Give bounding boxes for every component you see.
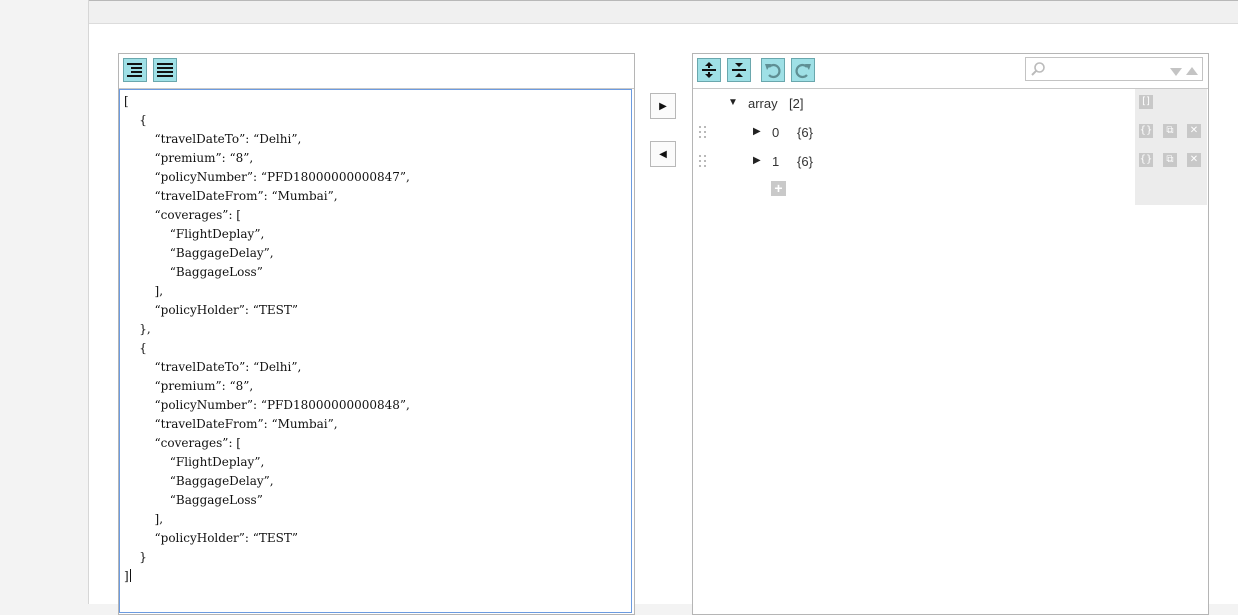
code-line: “coverages”: [ [124, 436, 241, 450]
format-button[interactable] [123, 58, 147, 82]
code-line: “premium”: “8”, [124, 151, 254, 165]
collapse-toggle-icon[interactable]: ▶ [753, 126, 761, 137]
duplicate-icon[interactable]: ⧉ [1163, 153, 1177, 167]
item-index: 0 [772, 125, 780, 140]
undo-icon [765, 63, 781, 79]
code-line: ], [124, 512, 164, 526]
code-editor-panel: [ { “travelDateTo”: “Delhi”, “premium”: … [118, 53, 635, 615]
code-line: “BaggageDelay”, [124, 474, 274, 488]
code-line: “coverages”: [ [124, 208, 241, 222]
code-line: } [124, 550, 147, 564]
code-line: [ [124, 94, 129, 108]
code-line: “policyNumber”: “PFD18000000000847”, [124, 170, 410, 184]
code-line: }, [124, 322, 151, 336]
search-box [1025, 57, 1203, 81]
code-line: “policyHolder”: “TEST” [124, 531, 299, 545]
code-line: “travelDateFrom”: “Mumbai”, [124, 417, 338, 431]
tree-item-row: ▶ 0 {6} [693, 118, 1135, 146]
collapse-toggle-icon[interactable]: ▶ [753, 155, 761, 166]
undo-button[interactable] [761, 58, 785, 82]
copy-to-tree-button[interactable]: ▶ [650, 93, 676, 119]
code-editor-toolbar [119, 54, 634, 89]
code-line: “FlightDeplay”, [124, 455, 265, 469]
collapse-all-button[interactable] [727, 58, 751, 82]
code-line: ], [124, 284, 164, 298]
expand-toggle-icon[interactable]: ▼ [728, 97, 738, 108]
code-line: { [124, 341, 147, 355]
redo-icon [795, 63, 811, 79]
array-type-icon[interactable]: [] [1139, 95, 1153, 109]
remove-icon[interactable]: ✕ [1187, 153, 1201, 167]
item-count: {6} [797, 154, 813, 169]
expand-all-icon [702, 62, 716, 78]
json-text-editor[interactable]: [ { “travelDateTo”: “Delhi”, “premium”: … [119, 89, 632, 613]
drag-handle-icon[interactable] [699, 155, 709, 169]
drag-handle-icon[interactable] [699, 126, 709, 140]
remove-icon[interactable]: ✕ [1187, 124, 1201, 138]
item-index: 1 [772, 154, 780, 169]
search-input[interactable] [1048, 61, 1160, 77]
compact-icon [157, 63, 173, 77]
search-icon [1031, 62, 1045, 76]
chevron-down-icon [1170, 68, 1182, 76]
tree-editor-toolbar [693, 54, 1208, 89]
json-code[interactable]: [ { “travelDateTo”: “Delhi”, “premium”: … [120, 90, 631, 586]
search-next-button[interactable] [1169, 64, 1183, 82]
code-line: “premium”: “8”, [124, 379, 254, 393]
text-cursor [129, 569, 131, 582]
arrow-right-icon: ▶ [659, 100, 667, 112]
root-key[interactable]: array [748, 96, 778, 111]
code-line: “policyNumber”: “PFD18000000000848”, [124, 398, 410, 412]
tree-item-row: ▶ 1 {6} [693, 147, 1135, 175]
top-bar [89, 0, 1238, 24]
arrow-left-icon: ◀ [659, 148, 667, 160]
code-line: “BaggageDelay”, [124, 246, 274, 260]
item-count: {6} [797, 125, 813, 140]
object-type-icon[interactable]: {} [1139, 153, 1153, 167]
expand-all-button[interactable] [697, 58, 721, 82]
code-line: { [124, 113, 147, 127]
copy-to-code-button[interactable]: ◀ [650, 141, 676, 167]
redo-button[interactable] [791, 58, 815, 82]
code-line: “policyHolder”: “TEST” [124, 303, 299, 317]
code-line: “BaggageLoss” [124, 493, 263, 507]
format-icon [127, 63, 142, 77]
code-line: “BaggageLoss” [124, 265, 263, 279]
collapse-all-icon [732, 63, 746, 77]
chevron-up-icon [1186, 67, 1198, 75]
code-line: “travelDateTo”: “Delhi”, [124, 132, 302, 146]
search-previous-button[interactable] [1185, 63, 1199, 81]
code-line: “FlightDeplay”, [124, 227, 265, 241]
code-line: “travelDateTo”: “Delhi”, [124, 360, 302, 374]
compact-button[interactable] [153, 58, 177, 82]
code-line: ] [124, 569, 129, 583]
add-item-button[interactable]: + [771, 181, 786, 196]
tree-root-row: ▼ array [2] [693, 89, 1135, 117]
object-type-icon[interactable]: {} [1139, 124, 1153, 138]
code-line: “travelDateFrom”: “Mumbai”, [124, 189, 338, 203]
root-count: [2] [789, 96, 804, 111]
tree-editor-panel: ▼ array [2] [] ▶ 0 {6} {} ⧉ ✕ ▶ 1 {6} {}… [692, 53, 1209, 615]
duplicate-icon[interactable]: ⧉ [1163, 124, 1177, 138]
